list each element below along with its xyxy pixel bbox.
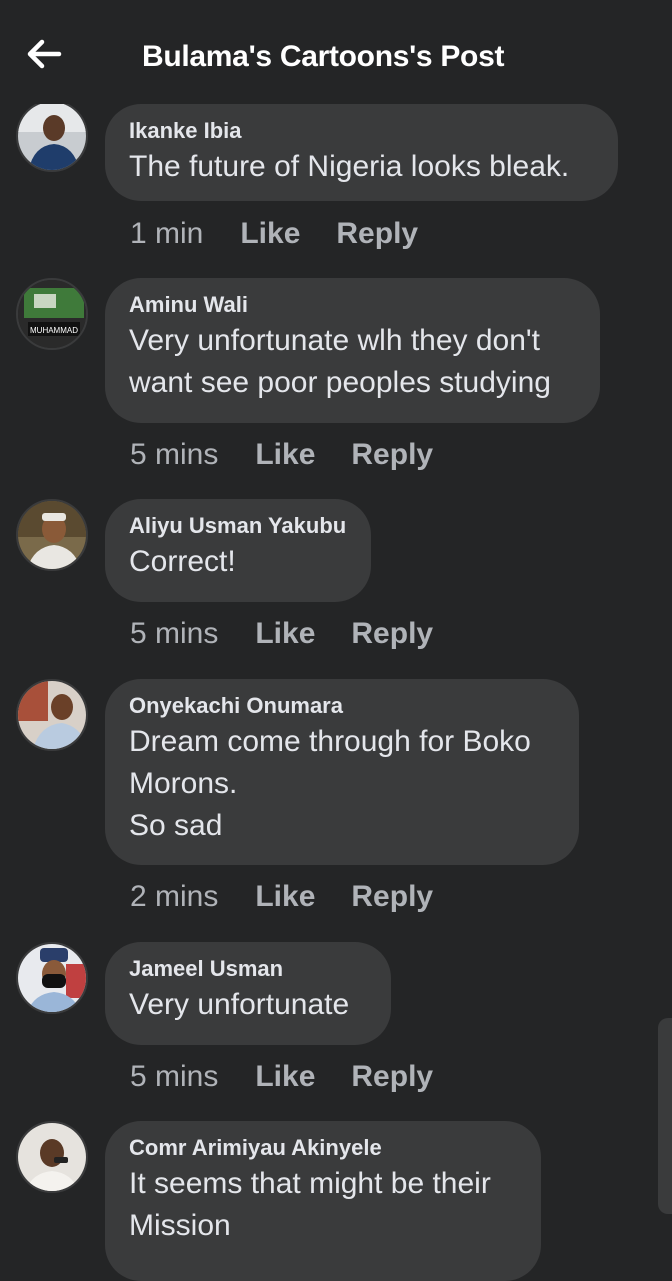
comment-bubble[interactable]: Comr Arimiyau Akinyele It seems that mig… xyxy=(105,1121,541,1281)
like-button[interactable]: Like xyxy=(255,617,315,651)
comment-actions: 5 mins Like Reply xyxy=(130,435,433,475)
comment-bubble[interactable]: Aliyu Usman Yakubu Correct! xyxy=(105,499,371,602)
comment-actions: 5 mins Like Reply xyxy=(130,614,433,654)
comment-text: So sad xyxy=(129,809,223,842)
avatar[interactable] xyxy=(16,679,88,751)
comment-text: want see poor peoples studying xyxy=(129,366,551,399)
comment-text: Very unfortunate xyxy=(129,988,350,1021)
page-title: Bulama's Cartoons's Post xyxy=(142,40,505,73)
top-bar: Bulama's Cartoons's Post xyxy=(0,0,672,104)
comment-author[interactable]: Comr Arimiyau Akinyele xyxy=(129,1135,517,1161)
avatar[interactable] xyxy=(16,1121,88,1193)
like-button[interactable]: Like xyxy=(255,438,315,472)
avatar[interactable] xyxy=(16,499,88,571)
comment-bubble[interactable]: Jameel Usman Very unfortunate xyxy=(105,942,391,1045)
comment-time[interactable]: 5 mins xyxy=(130,1060,218,1094)
reply-button[interactable]: Reply xyxy=(351,617,433,651)
like-button[interactable]: Like xyxy=(255,1060,315,1094)
comment-text: Correct! xyxy=(129,545,236,578)
comment-text: Dream come through for Boko xyxy=(129,725,531,758)
comment-text: Very unfortunate wlh they don't xyxy=(129,324,540,357)
comment-bubble[interactable]: Onyekachi Onumara Dream come through for… xyxy=(105,679,579,865)
comment-text: It seems that might be their xyxy=(129,1167,491,1200)
reply-button[interactable]: Reply xyxy=(336,217,418,251)
avatar[interactable]: MUHAMMAD xyxy=(16,278,88,350)
comment-time[interactable]: 5 mins xyxy=(130,617,218,651)
comment-time[interactable]: 1 min xyxy=(130,217,203,251)
reply-button[interactable]: Reply xyxy=(351,438,433,472)
comment-author[interactable]: Ikanke Ibia xyxy=(129,118,594,144)
avatar[interactable] xyxy=(16,100,88,172)
comment-author[interactable]: Aliyu Usman Yakubu xyxy=(129,513,347,539)
comment-bubble[interactable]: Ikanke Ibia The future of Nigeria looks … xyxy=(105,104,618,201)
comment-author[interactable]: Onyekachi Onumara xyxy=(129,693,555,719)
comment-actions: 1 min Like Reply xyxy=(130,214,418,254)
avatar[interactable] xyxy=(16,942,88,1014)
arrow-left-icon xyxy=(27,39,62,69)
avatar-caption: MUHAMMAD xyxy=(30,326,78,335)
comment-time[interactable]: 2 mins xyxy=(130,880,218,914)
comment-text: Mission xyxy=(129,1209,231,1242)
comment-author[interactable]: Aminu Wali xyxy=(129,292,576,318)
comment-actions: 2 mins Like Reply xyxy=(130,877,433,917)
comment-bubble[interactable]: Aminu Wali Very unfortunate wlh they don… xyxy=(105,278,600,423)
scrollbar[interactable] xyxy=(658,1018,672,1214)
comment-time[interactable]: 5 mins xyxy=(130,438,218,472)
back-button[interactable] xyxy=(22,34,66,74)
comment-text: Morons. xyxy=(129,767,238,800)
like-button[interactable]: Like xyxy=(240,217,300,251)
like-button[interactable]: Like xyxy=(255,880,315,914)
reply-button[interactable]: Reply xyxy=(351,880,433,914)
comment-actions: 5 mins Like Reply xyxy=(130,1057,433,1097)
comment-author[interactable]: Jameel Usman xyxy=(129,956,367,982)
comment-text: The future of Nigeria looks bleak. xyxy=(129,150,570,183)
reply-button[interactable]: Reply xyxy=(351,1060,433,1094)
